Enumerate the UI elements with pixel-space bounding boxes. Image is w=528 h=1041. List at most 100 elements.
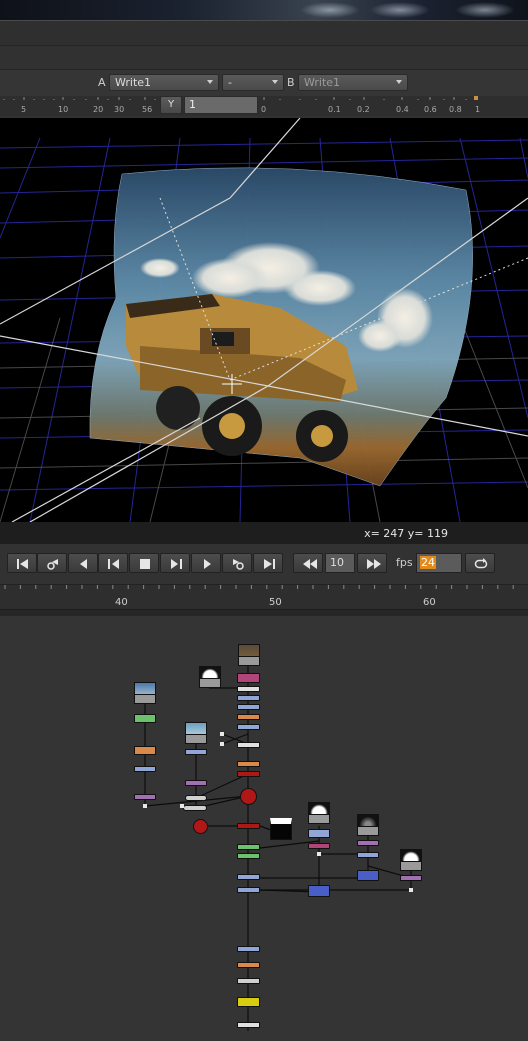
node-render[interactable]: [237, 823, 260, 829]
node-sphere[interactable]: [185, 795, 207, 801]
node-filter[interactable]: [237, 761, 260, 767]
node-transform[interactable]: [308, 829, 330, 838]
loop-icon: [474, 558, 488, 569]
node-graph[interactable]: [0, 616, 528, 1041]
gamma-tick: 0.8: [449, 105, 462, 114]
node-transform[interactable]: [237, 946, 260, 952]
timeline-frame-label: 40: [115, 597, 128, 608]
node-read-sky-body[interactable]: [134, 694, 156, 704]
window-title-strip: [0, 0, 528, 20]
node-transform[interactable]: [237, 695, 260, 701]
node-read-matte-body[interactable]: [199, 678, 221, 688]
first-frame-button[interactable]: [7, 553, 37, 573]
fps-label: fps: [396, 556, 413, 569]
node-transform[interactable]: [185, 749, 207, 755]
node-grade[interactable]: [308, 843, 330, 849]
menu-bar: [0, 20, 528, 46]
node-grade[interactable]: [237, 673, 260, 683]
node-read-roto-b-body[interactable]: [357, 826, 379, 836]
skip-back-icon: [303, 559, 317, 569]
skip-back-button[interactable]: [293, 553, 323, 573]
previous-keyframe-button[interactable]: [37, 553, 67, 573]
node-scene[interactable]: [240, 788, 257, 805]
play-backward-button[interactable]: [68, 553, 98, 573]
compare-mode-dropdown[interactable]: -: [222, 74, 284, 91]
node-dot[interactable]: [143, 804, 147, 808]
node-filter[interactable]: [237, 714, 260, 720]
step-back-icon: [108, 559, 119, 569]
node-transform[interactable]: [237, 704, 260, 710]
node-filter[interactable]: [237, 962, 260, 968]
node-dot[interactable]: [220, 732, 224, 736]
frame-increment-input[interactable]: 10: [325, 553, 355, 573]
node-merge[interactable]: [237, 771, 260, 777]
next-keyframe-button[interactable]: [222, 553, 252, 573]
node-read-mask[interactable]: [270, 818, 292, 840]
node-card[interactable]: [183, 805, 207, 811]
step-back-button[interactable]: [98, 553, 128, 573]
timeline-ticks: [4, 585, 514, 589]
toolbar: [0, 46, 528, 70]
input-b-value: Write1: [304, 76, 341, 89]
node-read-truck-body[interactable]: [238, 656, 260, 666]
node-transform[interactable]: [237, 887, 260, 893]
viewer-3d-viewport[interactable]: [0, 118, 528, 522]
node-connections: [144, 663, 412, 1031]
node-read-roto-c-body[interactable]: [400, 861, 422, 871]
node-color[interactable]: [237, 853, 260, 859]
node-dot[interactable]: [409, 888, 413, 892]
node-transform[interactable]: [237, 874, 260, 880]
gamma-tick: 0.1: [328, 105, 341, 114]
node-transform[interactable]: [237, 724, 260, 730]
cursor-coordinates: x= 247 y= 119: [364, 527, 448, 540]
gamma-tick: 1: [475, 105, 481, 114]
node-dot[interactable]: [180, 804, 184, 808]
node-dot[interactable]: [220, 742, 224, 746]
viewer-status-bar: x= 247 y= 119: [0, 522, 528, 544]
stop-button[interactable]: [129, 553, 159, 573]
y-channel-button[interactable]: Y: [160, 96, 182, 114]
stop-icon: [140, 559, 150, 569]
loop-button[interactable]: [465, 553, 495, 573]
fstop-tick: 30: [114, 105, 125, 114]
node-read-roto-a-body[interactable]: [308, 814, 330, 824]
node-dot[interactable]: [237, 742, 260, 748]
play-forward-button[interactable]: [191, 553, 221, 573]
node-camera[interactable]: [193, 819, 208, 834]
step-forward-button[interactable]: [160, 553, 190, 573]
fps-value: 24: [420, 556, 436, 569]
node-dot[interactable]: [237, 686, 260, 692]
fps-input[interactable]: 24: [416, 553, 462, 573]
gamma-tick: 0.6: [424, 105, 437, 114]
node-transform[interactable]: [357, 852, 379, 858]
node-merge-blue[interactable]: [357, 870, 379, 881]
node-project[interactable]: [134, 794, 156, 800]
node-project[interactable]: [400, 875, 422, 881]
first-frame-icon: [17, 559, 28, 569]
input-a-label: A: [98, 76, 106, 89]
node-write[interactable]: [237, 1022, 260, 1028]
ruler-ticks: [3, 96, 478, 100]
node-filter[interactable]: [134, 746, 156, 755]
node-project[interactable]: [185, 780, 207, 786]
node-transform[interactable]: [134, 766, 156, 772]
chevron-down-icon: [396, 80, 402, 84]
last-frame-button[interactable]: [253, 553, 283, 573]
node-viewer[interactable]: [237, 997, 260, 1007]
node-color[interactable]: [237, 844, 260, 850]
node-merge-blue[interactable]: [308, 885, 330, 897]
fstop-tick: 5: [21, 105, 27, 114]
input-b-dropdown[interactable]: Write1: [298, 74, 408, 91]
node-dot[interactable]: [237, 978, 260, 984]
node-project[interactable]: [357, 840, 379, 846]
node-read-clouds-body[interactable]: [185, 734, 207, 744]
timeline-ruler[interactable]: 40 50 60: [0, 584, 528, 610]
gain-input[interactable]: 1: [184, 96, 258, 114]
node-color[interactable]: [134, 714, 156, 723]
gain-gamma-ruler[interactable]: 5 10 20 30 56 0 0.1 0.2 0.4 0.6 0.8 1: [0, 96, 528, 116]
input-a-dropdown[interactable]: Write1: [109, 74, 219, 91]
skip-forward-button[interactable]: [357, 553, 387, 573]
skip-forward-icon: [367, 559, 381, 569]
node-dot[interactable]: [317, 852, 321, 856]
next-keyframe-icon: [233, 559, 244, 570]
